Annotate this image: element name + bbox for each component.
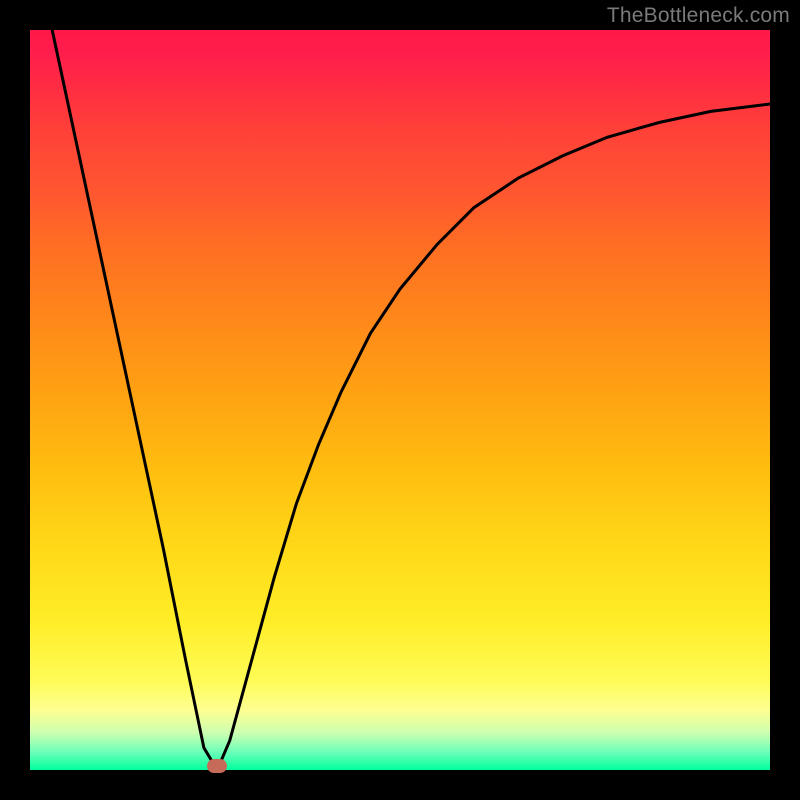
curve-path (52, 30, 770, 770)
chart-frame: TheBottleneck.com (0, 0, 800, 800)
plot-area (30, 30, 770, 770)
optimum-marker (207, 759, 227, 773)
watermark-text: TheBottleneck.com (607, 4, 790, 28)
curve-svg (30, 30, 770, 770)
